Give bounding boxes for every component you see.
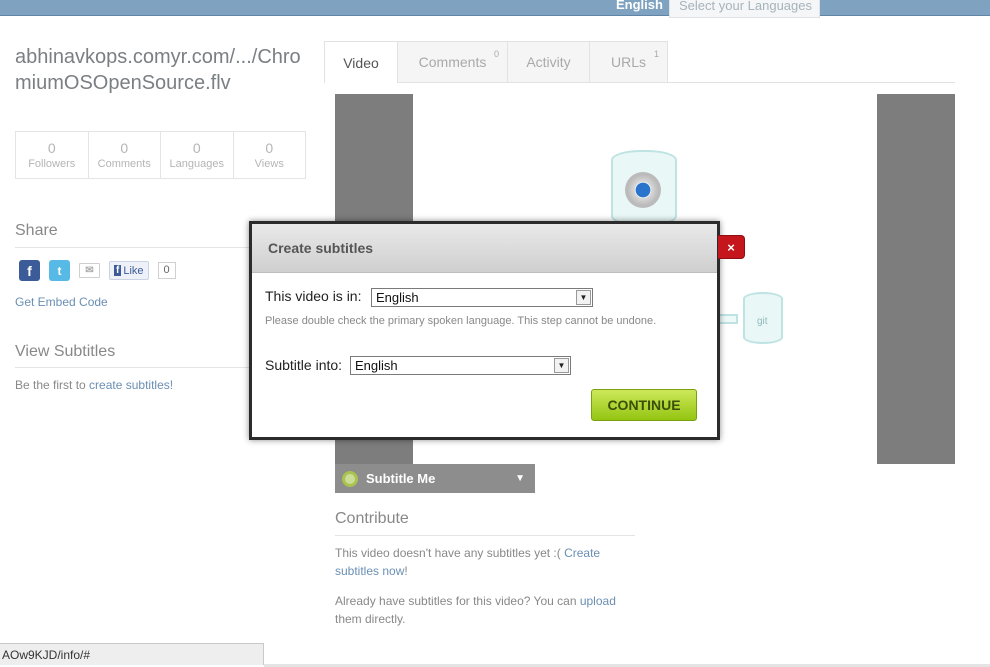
tab-count: 0	[493, 49, 499, 59]
twitter-icon[interactable]: t	[49, 260, 70, 281]
create-subtitles-link[interactable]: create subtitles!	[89, 378, 173, 392]
stat-followers: 0 Followers	[16, 132, 89, 178]
tab-label: Comments	[418, 54, 487, 70]
chevron-down-icon: ▼	[554, 358, 569, 373]
facebook-icon[interactable]: f	[19, 260, 40, 281]
stat-label: Languages	[169, 158, 224, 170]
dialog-title: Create subtitles	[252, 224, 717, 273]
tab-comments[interactable]: Comments 0	[398, 41, 508, 83]
chrome-logo-icon	[625, 172, 661, 208]
status-bar-url: AOw9KJD/info/#	[0, 643, 264, 665]
video-language-value: English	[376, 290, 419, 305]
like-button[interactable]: f Like	[109, 261, 149, 280]
view-subtitles-heading: View Subtitles	[15, 343, 116, 360]
tab-count: 1	[653, 49, 659, 59]
git-label: git	[757, 316, 768, 327]
tab-label: URLs	[610, 54, 646, 70]
subtitle-me-label: Subtitle Me	[366, 471, 436, 486]
subtitle-language-label: Subtitle into:	[265, 357, 343, 373]
divider	[667, 82, 955, 83]
subtitle-language-select[interactable]: English ▼	[350, 356, 571, 375]
stat-value: 0	[120, 140, 129, 156]
contribute-text: !	[404, 564, 408, 578]
facebook-icon: f	[114, 265, 122, 276]
contribute-no-subtitles: This video doesn't have any subtitles ye…	[335, 544, 625, 580]
stat-languages: 0 Languages	[161, 132, 234, 178]
create-subtitles-dialog: Create subtitles This video is in: Engli…	[249, 221, 720, 440]
connector-graphic	[718, 314, 738, 324]
subtitle-me-icon	[342, 470, 358, 487]
video-language-label: This video is in:	[265, 288, 362, 304]
stat-value: 0	[192, 140, 201, 156]
divider	[335, 535, 635, 536]
stats-box: 0 Followers 0 Comments 0 Languages 0 Vie…	[15, 131, 306, 179]
current-language[interactable]: English	[616, 0, 663, 12]
contribute-text: This video doesn't have any subtitles ye…	[335, 546, 565, 560]
stat-value: 0	[47, 140, 56, 156]
view-subtitles-text: Be the first to create subtitles!	[15, 378, 173, 392]
contribute-text: them directly.	[335, 612, 406, 626]
like-label: Like	[123, 264, 144, 277]
stat-label: Followers	[28, 158, 76, 170]
video-language-select[interactable]: English ▼	[371, 288, 593, 307]
tab-label: Video	[343, 54, 379, 71]
tab-label: Activity	[526, 54, 571, 70]
share-icons: f t ✉ f Like 0	[19, 260, 176, 281]
upload-link[interactable]: upload	[580, 594, 616, 608]
tab-video[interactable]: Video	[324, 41, 398, 83]
subtitle-language-value: English	[355, 358, 398, 373]
chevron-down-icon: ▼	[515, 473, 525, 484]
tab-urls[interactable]: URLs 1	[590, 41, 668, 83]
contribute-upload: Already have subtitles for this video? Y…	[335, 592, 625, 628]
email-icon[interactable]: ✉	[79, 263, 100, 278]
embed-code-link[interactable]: Get Embed Code	[15, 295, 108, 309]
continue-button[interactable]: CONTINUE	[591, 389, 697, 421]
stat-views: 0 Views	[234, 132, 306, 178]
stat-label: Views	[254, 158, 284, 170]
view-subtitles-prefix: Be the first to	[15, 378, 90, 392]
subtitle-me-button[interactable]: Subtitle Me ▼	[335, 464, 535, 493]
contribute-text: Already have subtitles for this video? Y…	[335, 594, 580, 608]
stat-value: 0	[265, 140, 274, 156]
stat-comments: 0 Comments	[89, 132, 161, 178]
stat-label: Comments	[97, 158, 151, 170]
tab-activity[interactable]: Activity	[508, 41, 590, 83]
language-hint: Please double check the primary spoken l…	[265, 315, 657, 327]
share-heading: Share	[15, 222, 58, 239]
top-bar	[0, 0, 990, 16]
language-select[interactable]: Select your Languages	[669, 0, 820, 18]
video-title: abhinavkops.comyr.com/.../ChromiumOSOpen…	[15, 46, 301, 94]
content-tabs: Video Comments 0 Activity URLs 1	[324, 41, 668, 83]
close-button[interactable]: ×	[718, 235, 745, 259]
contribute-heading: Contribute	[335, 510, 409, 527]
chevron-down-icon: ▼	[576, 290, 591, 305]
like-count: 0	[157, 262, 176, 279]
